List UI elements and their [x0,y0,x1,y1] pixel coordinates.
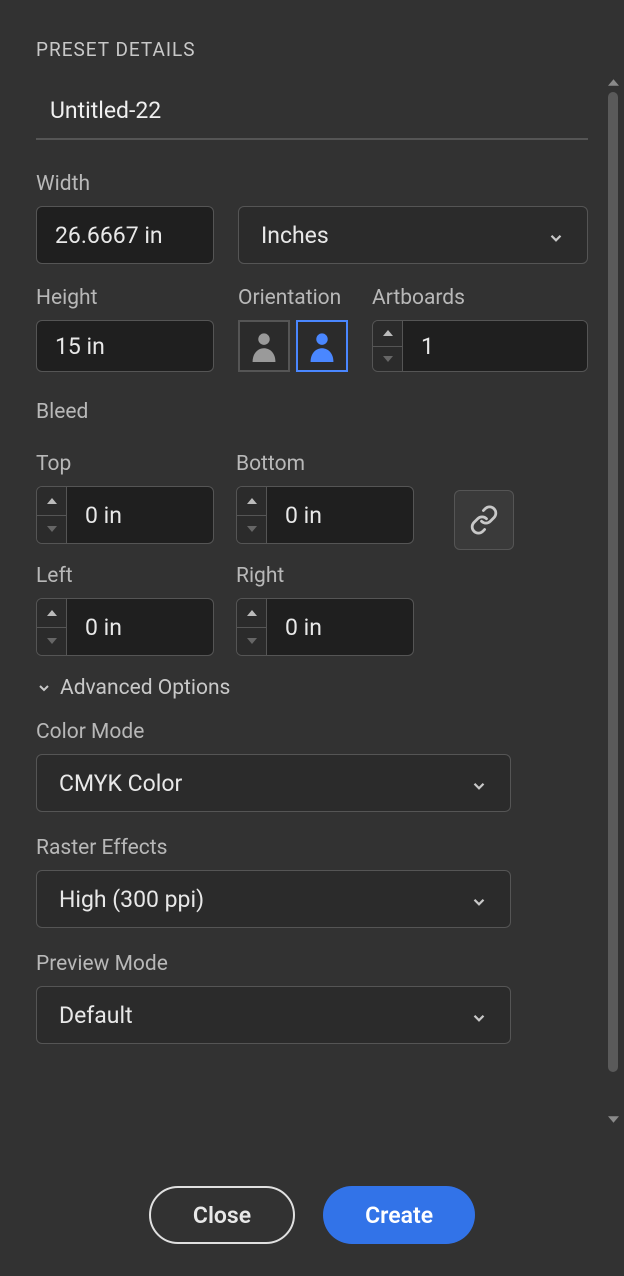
scroll-down-icon[interactable] [608,1113,619,1126]
bleed-top-label: Top [36,452,214,476]
bleed-top-value[interactable]: 0 in [67,487,213,543]
orientation-landscape-button[interactable] [296,320,348,372]
person-portrait-icon [250,330,278,362]
section-title: PRESET DETAILS [36,38,588,61]
bleed-right-label: Right [236,564,414,588]
bleed-left-stepper[interactable]: 0 in [36,598,214,656]
scrollbar[interactable] [606,76,620,1126]
units-value: Inches [261,222,329,249]
orientation-portrait-button[interactable] [238,320,290,372]
artboards-label: Artboards [372,286,588,310]
chevron-down-icon [36,680,52,696]
preset-name-input[interactable]: Untitled-22 [36,85,588,140]
orientation-label: Orientation [238,286,348,310]
preview-mode-select[interactable]: Default [36,986,511,1044]
artboards-value[interactable]: 1 [403,321,587,371]
bleed-bottom-label: Bottom [236,452,414,476]
color-mode-value: CMYK Color [59,770,182,797]
bleed-top-stepper[interactable]: 0 in [36,486,214,544]
advanced-options-label: Advanced Options [60,676,230,700]
bleed-left-label: Left [36,564,214,588]
artboards-increase[interactable] [373,321,402,347]
close-button[interactable]: Close [149,1186,295,1244]
raster-effects-label: Raster Effects [36,836,588,860]
bleed-label: Bleed [36,400,588,424]
color-mode-label: Color Mode [36,720,588,744]
bleed-left-down[interactable] [37,628,66,656]
color-mode-select[interactable]: CMYK Color [36,754,511,812]
chevron-down-icon [470,890,488,908]
bleed-bottom-stepper[interactable]: 0 in [236,486,414,544]
bleed-left-up[interactable] [37,599,66,628]
scroll-thumb[interactable] [608,92,618,1072]
chevron-down-icon [470,1006,488,1024]
width-input[interactable]: 26.6667 in [36,206,214,264]
bleed-bottom-down[interactable] [237,516,266,544]
bleed-right-down[interactable] [237,628,266,656]
bleed-right-up[interactable] [237,599,266,628]
bleed-bottom-value[interactable]: 0 in [267,487,413,543]
scroll-up-icon[interactable] [608,76,619,89]
bleed-right-value[interactable]: 0 in [267,599,413,655]
person-landscape-icon [308,330,336,362]
preview-mode-label: Preview Mode [36,952,588,976]
chevron-down-icon [547,226,565,244]
bleed-right-stepper[interactable]: 0 in [236,598,414,656]
raster-effects-value: High (300 ppi) [59,886,204,913]
bleed-top-up[interactable] [37,487,66,516]
height-label: Height [36,286,214,310]
raster-effects-select[interactable]: High (300 ppi) [36,870,511,928]
width-label: Width [36,172,588,196]
artboards-stepper[interactable]: 1 [372,320,588,372]
height-input[interactable]: 15 in [36,320,214,372]
bleed-link-button[interactable] [454,490,514,550]
advanced-options-toggle[interactable]: Advanced Options [36,676,588,700]
link-icon [469,505,499,535]
preview-mode-value: Default [59,1002,133,1029]
units-select[interactable]: Inches [238,206,588,264]
bleed-left-value[interactable]: 0 in [67,599,213,655]
chevron-down-icon [470,774,488,792]
bleed-bottom-up[interactable] [237,487,266,516]
artboards-decrease[interactable] [373,347,402,372]
create-button[interactable]: Create [323,1186,475,1244]
bleed-top-down[interactable] [37,516,66,544]
